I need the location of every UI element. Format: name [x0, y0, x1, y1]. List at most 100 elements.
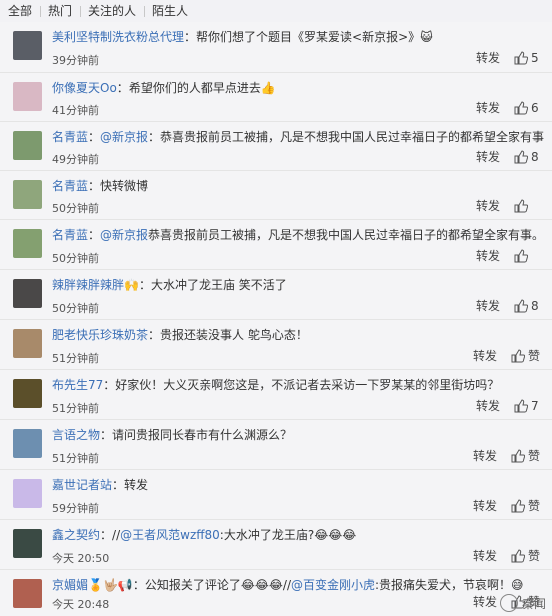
mention-link[interactable]: @王者风范wzff80 [120, 528, 220, 542]
thumbs-up-icon [514, 51, 528, 65]
comment-text: 名青蓝：@新京报恭喜贵报前员工被捕，凡是不想我中国人民过幸福日子的都希望全家有事… [52, 226, 544, 243]
comment-item: 名青蓝：快转微博50分钟前转发 [0, 170, 552, 220]
comment-time: 41分钟前 [52, 102, 99, 118]
avatar[interactable] [13, 131, 42, 160]
mention-link[interactable]: @百变金刚小虎 [291, 578, 375, 592]
username-link[interactable]: 名青蓝 [52, 130, 88, 144]
like-button[interactable]: 赞 [511, 497, 540, 514]
thumbs-up-icon [511, 549, 525, 563]
comment-text: 鑫之契约：//@王者风范wzff80:大水冲了龙王庙?😂😂😂 [52, 526, 356, 543]
tab-following[interactable]: 关注的人 [80, 0, 144, 22]
forward-button[interactable]: 转发 [473, 593, 497, 610]
tab-all[interactable]: 全部 [6, 0, 40, 22]
like-button[interactable] [514, 199, 540, 213]
thumbs-up-icon [514, 150, 528, 164]
forward-button[interactable]: 转发 [476, 148, 500, 165]
username-link[interactable]: 京媚媚 [52, 578, 88, 592]
avatar[interactable] [13, 479, 42, 508]
comment-text: 布先生77：好家伙！大义灭亲啊您这是，不派记者去采访一下罗某某的邻里街坊吗？ [52, 376, 499, 393]
username-link[interactable]: 美利坚特制洗衣粉总代理 [52, 30, 184, 44]
separator: ： [148, 328, 160, 342]
comment-body: 大水冲了龙王庙 笑不活了 [151, 278, 287, 292]
avatar[interactable] [13, 429, 42, 458]
forward-button[interactable]: 转发 [476, 247, 500, 264]
comment-actions: 转发 5 [476, 49, 540, 66]
comment-text: 嘉世记者站：转发 [52, 476, 148, 493]
separator: ： [88, 130, 100, 144]
separator: ： [117, 81, 129, 95]
forward-button[interactable]: 转发 [473, 547, 497, 564]
comment-item: 言语之物：请问贵报同长春市有什么渊源么？ 51分钟前 转发 赞 [0, 419, 552, 470]
comment-actions: 转发赞 [473, 347, 540, 364]
forward-button[interactable]: 转发 [476, 297, 500, 314]
tab-hot[interactable]: 热门 [40, 0, 80, 22]
comment-body: 请问贵报同长春市有什么渊源么？ [112, 428, 292, 442]
separator: ： [88, 228, 100, 242]
comment-text: 你像夏天Oo：希望你们的人都早点进去👍 [52, 79, 276, 96]
avatar[interactable] [13, 180, 42, 209]
comment-item: 肥老快乐珍珠奶茶：贵报还装没事人 鸵鸟心态！51分钟前转发赞 [0, 319, 552, 370]
like-button[interactable]: 5 [514, 51, 540, 65]
comment-time: 39分钟前 [52, 52, 99, 68]
separator: ： [112, 478, 124, 492]
tab-strangers[interactable]: 陌生人 [144, 0, 196, 22]
avatar[interactable] [13, 379, 42, 408]
comment-time: 50分钟前 [52, 250, 99, 266]
username-link[interactable]: 辣胖辣胖辣胖 [52, 278, 124, 292]
forward-button[interactable]: 转发 [476, 397, 500, 414]
like-button[interactable]: 6 [514, 101, 540, 115]
like-button[interactable]: 8 [514, 299, 540, 313]
comment-item: 辣胖辣胖辣胖🙌：大水冲了龙王庙 笑不活了 50分钟前 转发 8 [0, 269, 552, 320]
username-link[interactable]: 肥老快乐珍珠奶茶 [52, 328, 148, 342]
separator: 🏅🤟🏼📢： [88, 578, 145, 592]
like-button[interactable]: 赞 [511, 547, 540, 564]
like-count: 赞 [528, 447, 540, 464]
comment-actions: 转发 [476, 197, 540, 214]
username-link[interactable]: 嘉世记者站 [52, 478, 112, 492]
comment-time: 51分钟前 [52, 450, 99, 466]
comment-body: 希望你们的人都早点进去👍 [129, 81, 276, 95]
like-button[interactable]: 赞 [511, 347, 540, 364]
like-button[interactable]: 8 [514, 150, 540, 164]
avatar[interactable] [13, 229, 42, 258]
separator: ： [184, 30, 196, 44]
forward-button[interactable]: 转发 [473, 447, 497, 464]
avatar[interactable] [13, 529, 42, 558]
comment-actions: 转发 8 [476, 148, 540, 165]
like-count: 8 [531, 299, 539, 313]
username-link[interactable]: 名青蓝 [52, 228, 88, 242]
comment-body: 好家伙！大义灭亲啊您这是，不派记者去采访一下罗某某的邻里街坊吗？ [115, 378, 499, 392]
username-link[interactable]: 言语之物 [52, 428, 100, 442]
comment-time: 50分钟前 [52, 200, 99, 216]
username-link[interactable]: 名青蓝 [52, 179, 88, 193]
forward-button[interactable]: 转发 [473, 497, 497, 514]
mention-link[interactable]: @新京报 [100, 130, 148, 144]
comment-body: 快转微博 [100, 179, 148, 193]
avatar[interactable] [13, 31, 42, 60]
avatar[interactable] [13, 82, 42, 111]
avatar[interactable] [13, 329, 42, 358]
thumbs-up-icon [511, 499, 525, 513]
watermark: 秦闻 [500, 594, 546, 612]
like-button[interactable]: 赞 [511, 447, 540, 464]
comment-time: 50分钟前 [52, 300, 99, 316]
comment-time: 51分钟前 [52, 400, 99, 416]
mention-link[interactable]: @新京报 [100, 228, 148, 242]
comment-text: 名青蓝：@新京报：恭喜贵报前员工被捕，凡是不想我中国人民过幸福日子的都希望全家有… [52, 128, 544, 145]
username-link[interactable]: 你像夏天Oo [52, 81, 117, 95]
comment-text: 美利坚特制洗衣粉总代理：帮你们想了个题目《罗某爱读<新京报>》😺 [52, 28, 433, 45]
username-link[interactable]: 布先生77 [52, 378, 103, 392]
avatar[interactable] [13, 579, 42, 608]
forward-button[interactable]: 转发 [476, 99, 500, 116]
forward-button[interactable]: 转发 [476, 197, 500, 214]
forward-button[interactable]: 转发 [473, 347, 497, 364]
like-button[interactable]: 7 [514, 399, 540, 413]
separator: 🙌： [124, 278, 151, 292]
username-link[interactable]: 鑫之契约 [52, 528, 100, 542]
like-button[interactable] [514, 249, 540, 263]
forward-button[interactable]: 转发 [476, 49, 500, 66]
comment-text: 言语之物：请问贵报同长春市有什么渊源么？ [52, 426, 292, 443]
comment-actions: 转发赞 [473, 497, 540, 514]
avatar[interactable] [13, 279, 42, 308]
comment-actions: 转发 7 [476, 397, 540, 414]
